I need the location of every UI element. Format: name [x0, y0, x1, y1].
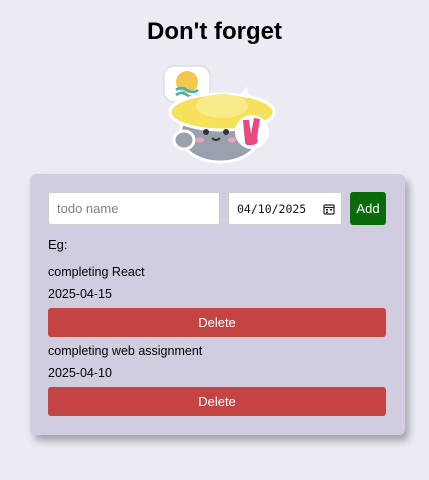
todo-item-name: completing React [48, 265, 145, 279]
todo-item-name: completing web assignment [48, 344, 203, 358]
calendar-icon[interactable] [323, 203, 335, 215]
add-button[interactable]: Add [350, 192, 386, 225]
cat-sticker-icon [163, 65, 276, 164]
todo-item-date: 2025-04-15 [48, 287, 112, 301]
page-title: Don't forget [146, 18, 282, 45]
todo-date-input[interactable]: 04/10/2025 [228, 192, 342, 225]
delete-button[interactable]: Delete [48, 308, 386, 337]
todo-name-input[interactable] [48, 192, 220, 225]
delete-button[interactable]: Delete [48, 387, 386, 416]
todo-card: 04/10/2025 Add Eg: completing React 2025… [30, 174, 405, 435]
date-value: 04/10/2025 [237, 201, 307, 216]
todo-item-date: 2025-04-10 [48, 366, 112, 380]
example-label: Eg: [48, 237, 68, 252]
